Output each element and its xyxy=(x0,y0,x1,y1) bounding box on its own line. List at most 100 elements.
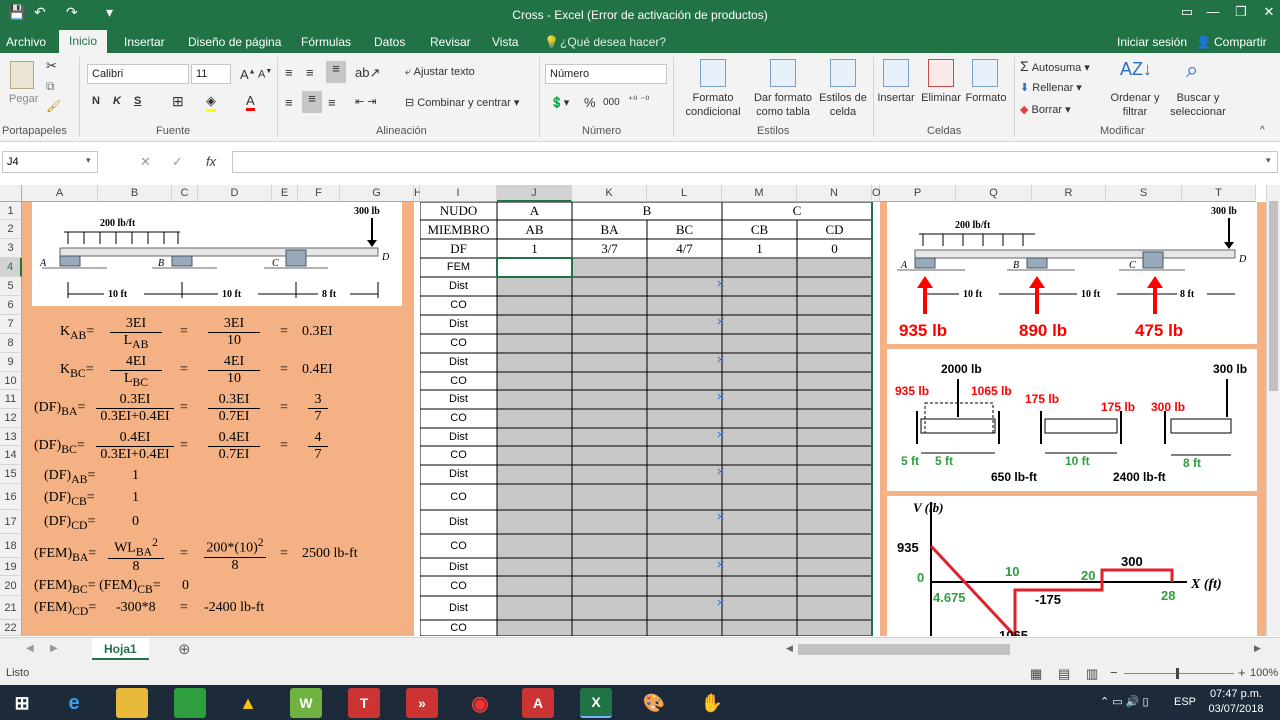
insert-cells-icon[interactable] xyxy=(883,59,909,87)
clock-date[interactable]: 03/07/2018 xyxy=(1206,703,1266,715)
tab-revisar[interactable]: Revisar xyxy=(430,35,471,49)
acrobat-icon[interactable]: A xyxy=(522,688,554,718)
column-header-k[interactable]: K xyxy=(572,185,647,202)
column-header-f[interactable]: F xyxy=(298,185,340,202)
clear-button[interactable]: ◆ Borrar ▾ xyxy=(1020,103,1071,116)
insert-cells-button[interactable]: Insertar xyxy=(874,91,918,105)
scroll-left-icon[interactable]: ◀ xyxy=(786,643,793,654)
collapse-ribbon-icon[interactable]: ^ xyxy=(1260,125,1265,136)
member-cell-3[interactable]: CB xyxy=(722,220,797,239)
row-label-cell[interactable]: CO xyxy=(420,296,497,315)
column-header-o[interactable]: O xyxy=(872,185,881,202)
font-name-select[interactable]: Calibri xyxy=(87,64,189,84)
column-header-i[interactable]: I xyxy=(420,185,497,202)
row-label-cell[interactable]: Dist xyxy=(420,596,497,620)
row-label-cell[interactable]: Dist xyxy=(420,390,497,409)
row-label-cell[interactable]: CO xyxy=(420,534,497,558)
clock-time[interactable]: 07:47 p.m. xyxy=(1206,688,1266,700)
row-header-8[interactable]: 8 xyxy=(0,334,22,353)
row-label-cell[interactable]: FEM xyxy=(420,258,497,277)
row-label-cell[interactable]: Dist xyxy=(420,465,497,484)
insert-function-icon[interactable]: fx xyxy=(206,154,216,169)
row-label-cell[interactable]: CO xyxy=(420,372,497,390)
delete-cells-button[interactable]: Eliminar xyxy=(918,91,964,105)
row-label-cell[interactable]: Dist xyxy=(420,277,497,296)
format-table-icon[interactable] xyxy=(770,59,796,87)
maximize-icon[interactable]: ❐ xyxy=(1226,4,1256,20)
italic-button[interactable]: K xyxy=(113,95,121,107)
zoom-out-icon[interactable]: − xyxy=(1110,665,1118,680)
row-header-1[interactable]: 1 xyxy=(0,202,22,220)
font-size-select[interactable]: 11 xyxy=(191,64,231,84)
format-painter-icon[interactable]: 🖌 xyxy=(46,99,61,113)
column-header-j[interactable]: J xyxy=(497,185,572,202)
node-c-cell[interactable]: C xyxy=(722,202,872,220)
column-header-s[interactable]: S xyxy=(1106,185,1182,202)
column-header-g[interactable]: G xyxy=(340,185,414,202)
close-icon[interactable]: ✕ xyxy=(1254,4,1280,20)
row-header-10[interactable]: 10 xyxy=(0,372,22,390)
row-header-17[interactable]: 17 xyxy=(0,510,22,534)
member-cell-2[interactable]: BC xyxy=(647,220,722,239)
align-right-icon[interactable]: ≡ xyxy=(328,95,336,110)
enter-icon[interactable]: ✓ xyxy=(172,154,183,170)
paint-icon[interactable]: 🎨 xyxy=(638,688,670,718)
cell-styles-icon[interactable] xyxy=(830,59,856,87)
column-header-d[interactable]: D xyxy=(198,185,272,202)
app-arrows-icon[interactable]: » xyxy=(406,688,438,718)
tab-insertar[interactable]: Insertar xyxy=(124,35,165,49)
merge-button[interactable]: ⊟ Combinar y centrar ▾ xyxy=(405,96,519,109)
paste-button[interactable]: Pegar xyxy=(9,93,38,105)
format-table-button[interactable]: Dar formato como tabla xyxy=(748,91,818,119)
node-b-cell[interactable]: B xyxy=(572,202,722,220)
indent-icons[interactable]: ⇤ ⇥ xyxy=(355,95,377,108)
underline-button[interactable]: S xyxy=(134,95,141,107)
row-header-4[interactable]: 4 xyxy=(0,258,22,277)
file-explorer-icon[interactable] xyxy=(116,688,148,718)
drive-icon[interactable]: ▲ xyxy=(232,688,264,718)
currency-icon[interactable]: 💲▾ xyxy=(550,96,569,109)
row-header-9[interactable]: 9 xyxy=(0,353,22,372)
vertical-scroll-thumb[interactable] xyxy=(1269,201,1278,391)
row-label-cell[interactable]: Dist xyxy=(420,428,497,446)
minimize-icon[interactable]: — xyxy=(1198,4,1228,19)
row-header-19[interactable]: 19 xyxy=(0,558,22,576)
formula-input[interactable] xyxy=(232,151,1278,173)
tab-formulas[interactable]: Fórmulas xyxy=(301,35,351,49)
row-label-cell[interactable]: CO xyxy=(420,484,497,510)
column-header-t[interactable]: T xyxy=(1182,185,1256,202)
zoom-level[interactable]: 100% xyxy=(1250,667,1278,679)
scroll-right-icon[interactable]: ▶ xyxy=(1254,643,1261,654)
app-w-icon[interactable]: W xyxy=(290,688,322,718)
row-label-cell[interactable]: CO xyxy=(420,334,497,353)
autosum-button[interactable]: Σ Autosuma ▾ xyxy=(1020,58,1090,74)
member-cell-0[interactable]: AB xyxy=(497,220,572,239)
column-header-a[interactable]: A xyxy=(22,185,98,202)
ie-icon[interactable]: e xyxy=(58,688,90,718)
row-label-cell[interactable]: CO xyxy=(420,620,497,636)
column-header-b[interactable]: B xyxy=(98,185,172,202)
row-header-18[interactable]: 18 xyxy=(0,534,22,558)
add-sheet-icon[interactable]: ⊕ xyxy=(178,640,191,658)
column-header-p[interactable]: P xyxy=(880,185,956,202)
format-cells-icon[interactable] xyxy=(972,59,998,87)
df-value-cell-0[interactable]: 1 xyxy=(497,239,572,258)
cell-styles-button[interactable]: Estilos de celda xyxy=(814,91,872,119)
chrome-icon[interactable]: ◉ xyxy=(464,688,496,718)
tab-archivo[interactable]: Archivo xyxy=(6,35,46,49)
percent-button[interactable]: % xyxy=(584,95,596,110)
font-color-icon[interactable]: A xyxy=(246,93,255,111)
row-header-13[interactable]: 13 xyxy=(0,428,22,446)
zoom-slider-thumb[interactable] xyxy=(1176,668,1179,679)
shrink-font-icon[interactable]: A▼ xyxy=(258,68,272,81)
align-center-icon[interactable]: ≡ xyxy=(302,91,322,113)
fill-button[interactable]: ⬇ Rellenar ▾ xyxy=(1020,81,1082,94)
tell-me-input[interactable]: ¿Qué desea hacer? xyxy=(560,35,666,49)
zoom-slider[interactable] xyxy=(1124,673,1234,674)
select-all-corner[interactable] xyxy=(0,185,22,202)
number-format-select[interactable]: Número xyxy=(545,64,667,84)
start-icon[interactable]: ⊞ xyxy=(6,688,38,718)
app-t-icon[interactable]: T xyxy=(348,688,380,718)
paste-icon[interactable] xyxy=(10,61,34,89)
column-header-m[interactable]: M xyxy=(722,185,797,202)
